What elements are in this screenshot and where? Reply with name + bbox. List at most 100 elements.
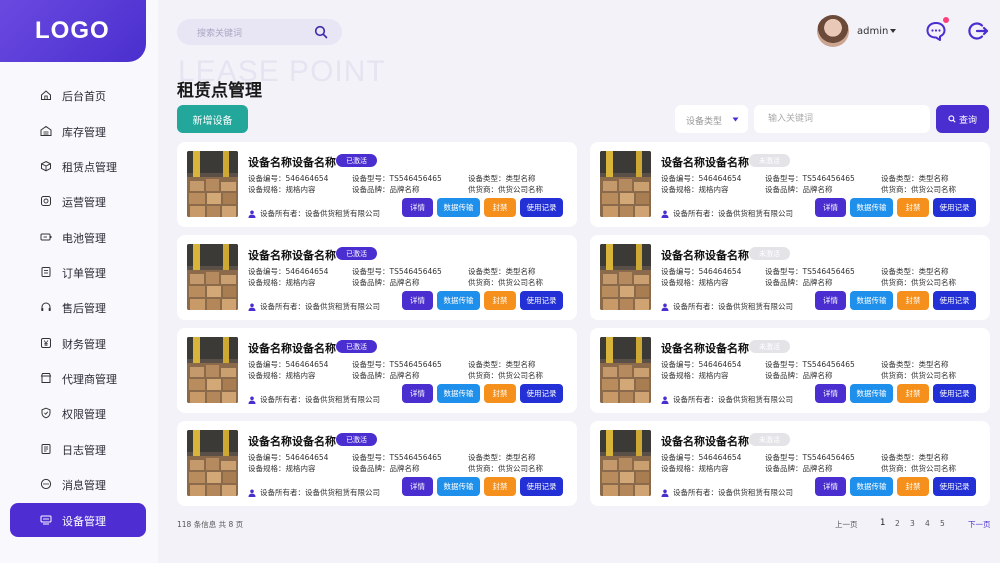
sidebar-item-shield[interactable]: 权限管理	[10, 396, 146, 430]
detail-button[interactable]: 详情	[815, 384, 846, 403]
data-transfer-button[interactable]: 数据传输	[850, 384, 893, 403]
device-supplier: 供货商：供货公司名称	[468, 371, 543, 380]
sidebar-item-yen[interactable]: 财务管理	[10, 326, 146, 360]
usage-log-button[interactable]: 使用记录	[933, 198, 976, 217]
add-device-button[interactable]: 新增设备	[177, 105, 248, 133]
device-owner: 设备所有者：设备供货租赁有限公司	[248, 394, 380, 405]
next-page-button[interactable]: 下一页	[968, 519, 991, 530]
usage-log-button[interactable]: 使用记录	[520, 291, 563, 310]
status-badge: 已激活	[336, 154, 377, 167]
sidebar-item-log[interactable]: 日志管理	[10, 432, 146, 466]
detail-button[interactable]: 详情	[815, 198, 846, 217]
status-badge: 未激活	[749, 433, 790, 446]
usage-log-button[interactable]: 使用记录	[520, 477, 563, 496]
sidebar-item-chat[interactable]: 消息管理	[10, 467, 146, 501]
page-number[interactable]: 3	[910, 519, 915, 528]
ban-button[interactable]: 封禁	[484, 291, 516, 310]
ban-button[interactable]: 封禁	[897, 384, 929, 403]
device-model: 设备型号：TS546456465	[765, 360, 855, 369]
ban-button[interactable]: 封禁	[484, 477, 516, 496]
prev-page-button[interactable]: 上一页	[835, 519, 858, 530]
sidebar-item-label: 设备管理	[62, 515, 106, 528]
data-transfer-button[interactable]: 数据传输	[437, 198, 480, 217]
pagination-total: 118 条信息 共 8 页	[177, 520, 244, 529]
device-icon	[40, 515, 52, 525]
usage-log-button[interactable]: 使用记录	[520, 198, 563, 217]
device-type: 设备类型：类型名称	[881, 267, 949, 276]
detail-button[interactable]: 详情	[402, 477, 433, 496]
device-image	[187, 337, 238, 403]
device-owner-label: 设备所有者：设备供货租赁有限公司	[260, 302, 380, 311]
ban-button[interactable]: 封禁	[897, 198, 929, 217]
detail-button[interactable]: 详情	[402, 291, 433, 310]
usage-log-button[interactable]: 使用记录	[520, 384, 563, 403]
detail-button[interactable]: 详情	[402, 384, 433, 403]
data-transfer-button[interactable]: 数据传输	[850, 477, 893, 496]
device-name: 设备名称设备名称	[661, 249, 749, 262]
sidebar-item-order[interactable]: 订单管理	[10, 255, 146, 289]
sidebar-item-store[interactable]: 代理商管理	[10, 361, 146, 395]
detail-button[interactable]: 详情	[402, 198, 433, 217]
chevron-down-icon[interactable]	[889, 28, 897, 34]
data-transfer-button[interactable]: 数据传输	[437, 477, 480, 496]
sidebar-item-warehouse[interactable]: 库存管理	[10, 114, 146, 148]
sidebar-item-box[interactable]: 租赁点管理	[10, 149, 146, 183]
ban-button[interactable]: 封禁	[484, 384, 516, 403]
chevron-down-icon	[732, 117, 739, 122]
device-type-select[interactable]: 设备类型	[675, 105, 748, 133]
device-owner: 设备所有者：设备供货租赁有限公司	[248, 208, 380, 219]
device-owner: 设备所有者：设备供货租赁有限公司	[661, 487, 793, 498]
page-number[interactable]: 1	[880, 518, 885, 528]
device-owner: 设备所有者：设备供货租赁有限公司	[661, 208, 793, 219]
logo[interactable]: LOGO	[0, 0, 146, 62]
sidebar-item-operations[interactable]: 运营管理	[10, 184, 146, 218]
search-box[interactable]: 搜索关键词	[177, 19, 342, 45]
device-type: 设备类型：类型名称	[468, 174, 536, 183]
device-model: 设备型号：TS546456465	[352, 174, 442, 183]
device-supplier: 供货商：供货公司名称	[881, 464, 956, 473]
device-supplier: 供货商：供货公司名称	[881, 371, 956, 380]
sidebar-item-headset[interactable]: 售后管理	[10, 290, 146, 324]
sidebar-item-home[interactable]: 后台首页	[10, 78, 146, 112]
ban-button[interactable]: 封禁	[897, 291, 929, 310]
keyword-input[interactable]	[754, 105, 930, 133]
sidebar-item-label: 订单管理	[62, 267, 106, 280]
message-icon[interactable]	[925, 20, 947, 42]
data-transfer-button[interactable]: 数据传输	[437, 291, 480, 310]
page-number[interactable]: 5	[940, 519, 945, 528]
sidebar-item-label: 电池管理	[62, 232, 106, 245]
ban-button[interactable]: 封禁	[484, 198, 516, 217]
page-number[interactable]: 2	[895, 519, 900, 528]
usage-log-button[interactable]: 使用记录	[933, 477, 976, 496]
sidebar-item-battery[interactable]: 电池管理	[10, 220, 146, 254]
device-supplier: 供货商：供货公司名称	[468, 278, 543, 287]
username[interactable]: admin	[857, 26, 888, 37]
logout-icon[interactable]	[968, 20, 990, 42]
device-model: 设备型号：TS546456465	[352, 360, 442, 369]
data-transfer-button[interactable]: 数据传输	[437, 384, 480, 403]
device-card: 设备名称设备名称 已激活 设备编号：546464654 设备型号：TS54645646…	[177, 421, 577, 506]
device-brand: 设备品牌：品牌名称	[352, 371, 420, 380]
query-button[interactable]: 查询	[936, 105, 989, 133]
avatar[interactable]	[817, 15, 849, 47]
device-owner: 设备所有者：设备供货租赁有限公司	[661, 394, 793, 405]
search-icon[interactable]	[314, 25, 328, 39]
ban-button[interactable]: 封禁	[897, 477, 929, 496]
usage-log-button[interactable]: 使用记录	[933, 291, 976, 310]
usage-log-button[interactable]: 使用记录	[933, 384, 976, 403]
data-transfer-button[interactable]: 数据传输	[850, 291, 893, 310]
device-spec: 设备规格：规格内容	[248, 464, 316, 473]
warehouse-icon	[40, 125, 52, 136]
device-model: 设备型号：TS546456465	[765, 453, 855, 462]
detail-button[interactable]: 详情	[815, 477, 846, 496]
device-spec: 设备规格：规格内容	[248, 185, 316, 194]
device-brand: 设备品牌：品牌名称	[352, 185, 420, 194]
page-number[interactable]: 4	[925, 519, 930, 528]
detail-button[interactable]: 详情	[815, 291, 846, 310]
sidebar-item-device[interactable]: 设备管理	[10, 503, 146, 537]
device-image	[187, 151, 238, 217]
device-name: 设备名称设备名称	[661, 342, 749, 355]
sidebar-item-label: 代理商管理	[62, 373, 117, 386]
data-transfer-button[interactable]: 数据传输	[850, 198, 893, 217]
device-name: 设备名称设备名称	[248, 249, 336, 262]
